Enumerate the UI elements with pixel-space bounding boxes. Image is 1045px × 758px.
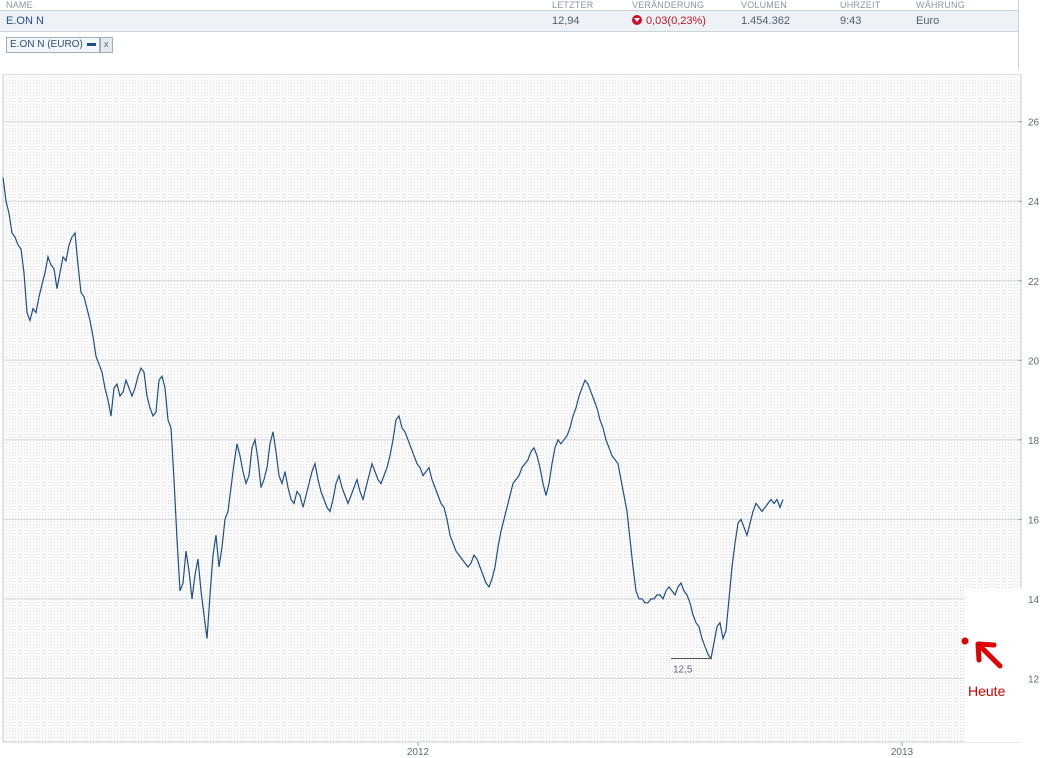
series-tag[interactable]: E.ON N (EURO) x bbox=[6, 37, 113, 53]
header-last: LETZTER bbox=[552, 0, 594, 10]
chart-area: 26 24 22 20 18 16 14 12 2012 2013 12,5 Heute bbox=[0, 74, 1045, 758]
quote-time: 9:43 bbox=[840, 15, 862, 27]
header-currency: WÄHRUNG bbox=[916, 0, 965, 10]
series-tag-label: E.ON N (EURO) bbox=[10, 39, 83, 50]
quote-last: 12,94 bbox=[552, 15, 580, 27]
y-tick-label: 24 bbox=[1028, 197, 1040, 208]
quote-header-row: NAME LETZTER VERÄNDERUNG VOLUMEN UHRZEIT… bbox=[0, 0, 1018, 10]
header-volume: VOLUMEN bbox=[741, 0, 787, 10]
y-tick-label: 12 bbox=[1028, 674, 1040, 685]
heute-label: Heute bbox=[968, 683, 1006, 699]
series-color-icon bbox=[86, 42, 96, 46]
header-change: VERÄNDERUNG bbox=[632, 0, 705, 10]
close-icon[interactable]: x bbox=[99, 37, 113, 53]
quote-volume: 1.454.362 bbox=[741, 15, 790, 27]
x-tick-label: 2012 bbox=[407, 747, 430, 758]
down-arrow-icon bbox=[632, 15, 642, 25]
quote-name[interactable]: E.ON N bbox=[6, 15, 44, 27]
plot-background bbox=[2, 74, 1022, 743]
header-name: NAME bbox=[6, 0, 33, 10]
quote-table: NAME LETZTER VERÄNDERUNG VOLUMEN UHRZEIT… bbox=[0, 0, 1019, 32]
price-chart: 26 24 22 20 18 16 14 12 2012 2013 12,5 Heute bbox=[2, 74, 1040, 758]
today-panel bbox=[964, 588, 1022, 742]
quote-currency: Euro bbox=[916, 15, 940, 27]
series-filter-row bbox=[0, 31, 1019, 69]
today-dot bbox=[961, 637, 969, 645]
y-tick-label: 16 bbox=[1028, 515, 1040, 526]
min-marker-label: 12,5 bbox=[673, 665, 693, 676]
header-time: UHRZEIT bbox=[840, 0, 881, 10]
y-tick-label: 18 bbox=[1028, 436, 1040, 447]
y-tick-label: 26 bbox=[1028, 118, 1040, 129]
y-tick-label: 22 bbox=[1028, 277, 1040, 288]
quote-change: 0,03(0,23%) bbox=[632, 15, 706, 27]
y-tick-label: 14 bbox=[1028, 595, 1040, 606]
y-tick-label: 20 bbox=[1028, 356, 1040, 367]
x-tick-label: 2013 bbox=[891, 747, 914, 758]
quote-change-value: 0,03(0,23%) bbox=[646, 15, 706, 27]
x-axis-ticks: 2012 2013 bbox=[407, 742, 914, 758]
quote-row[interactable]: E.ON N 12,94 0,03(0,23%) 1.454.362 9:43 … bbox=[0, 10, 1018, 32]
